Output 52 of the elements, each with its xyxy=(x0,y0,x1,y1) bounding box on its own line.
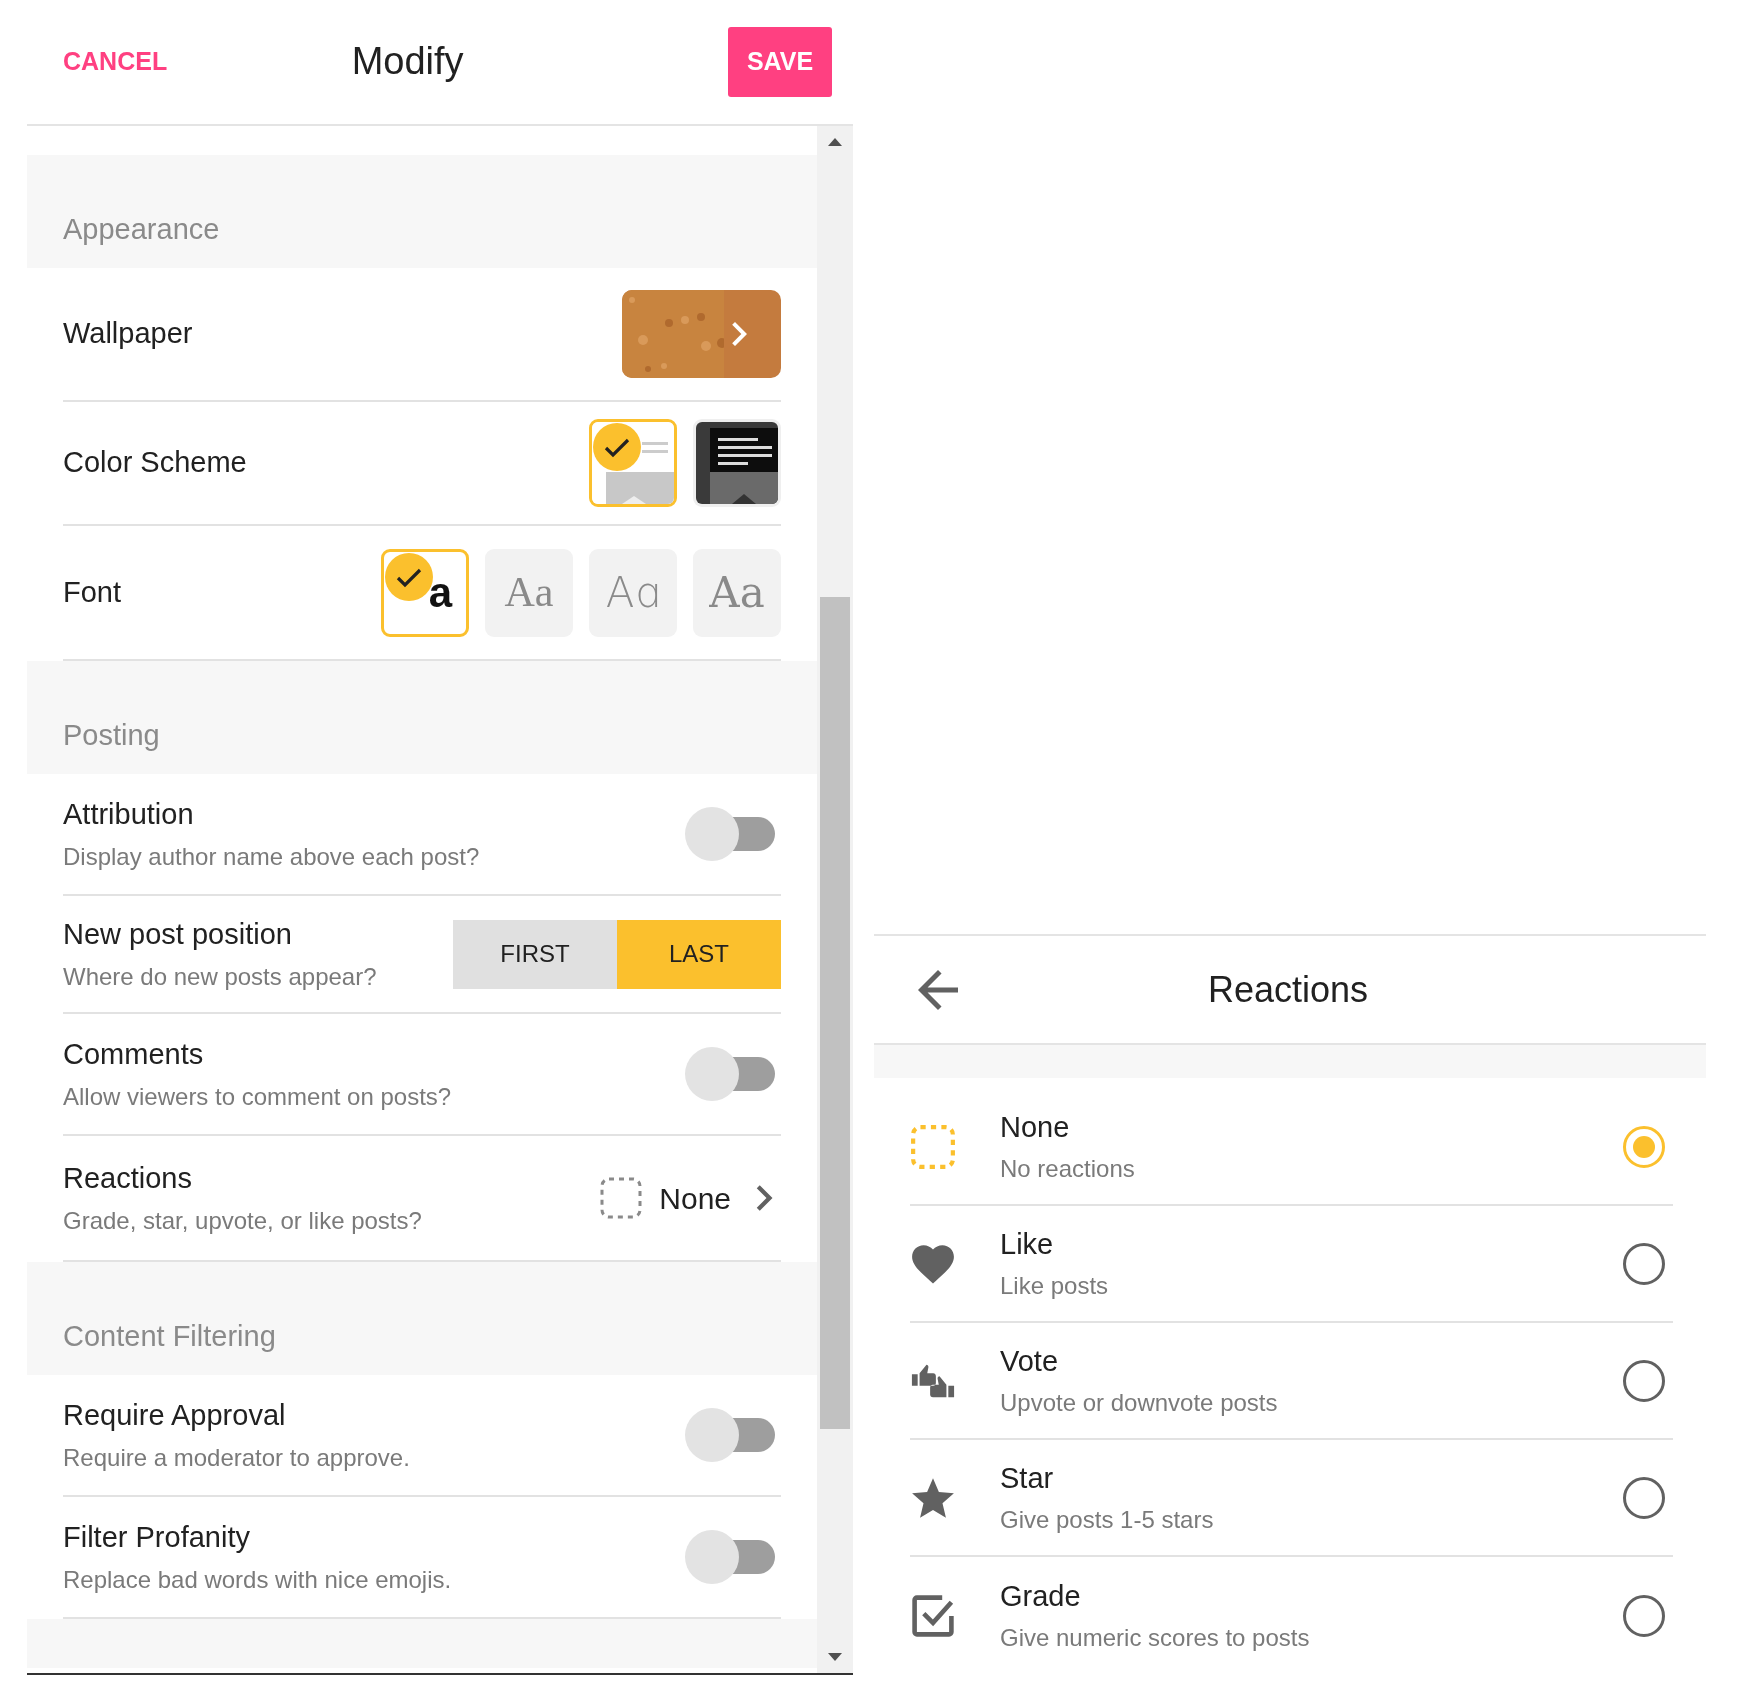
section-title: Content Filtering xyxy=(63,1318,276,1354)
setting-label: Attribution xyxy=(63,797,195,833)
font-option[interactable]: Aa xyxy=(693,548,781,637)
option-description: No reactions xyxy=(1000,1154,1136,1185)
setting-label: Color Scheme xyxy=(63,445,248,481)
radio-button[interactable] xyxy=(1623,1476,1665,1519)
setting-label: Font xyxy=(63,574,123,610)
dashed-square-icon xyxy=(599,1176,644,1220)
scrollbar-thumb[interactable] xyxy=(820,597,850,1429)
radio-button[interactable] xyxy=(1623,1359,1665,1402)
segment-option[interactable]: LAST xyxy=(617,919,781,989)
setting-description: Require a moderator to approve. xyxy=(63,1442,411,1473)
radio-button[interactable] xyxy=(1623,1242,1665,1285)
option-title: Like xyxy=(1000,1226,1055,1262)
scroll-down-icon[interactable] xyxy=(828,1653,842,1661)
option-title: Star xyxy=(1000,1460,1055,1496)
option-title: Grade xyxy=(1000,1578,1082,1614)
setting-label: Require Approval xyxy=(63,1398,287,1434)
checkbox-icon xyxy=(910,1592,956,1639)
font-option[interactable]: Aɑ xyxy=(589,548,677,637)
font-option[interactable]: Aa xyxy=(485,548,573,637)
back-arrow-icon[interactable] xyxy=(918,969,958,1010)
dashed-square-icon xyxy=(910,1123,956,1170)
setting-label: New post position xyxy=(63,917,293,953)
setting-label: Reactions xyxy=(63,1161,193,1197)
option-title: None xyxy=(1000,1109,1071,1145)
radio-button[interactable] xyxy=(1623,1594,1665,1637)
option-description: Give posts 1-5 stars xyxy=(1000,1505,1215,1536)
setting-label: Filter Profanity xyxy=(63,1520,251,1556)
setting-label: Wallpaper xyxy=(63,316,194,352)
setting-description: Replace bad words with nice emojis. xyxy=(63,1564,453,1595)
cancel-button[interactable]: CANCEL xyxy=(63,43,168,81)
check-icon xyxy=(593,423,641,471)
option-description: Give numeric scores to posts xyxy=(1000,1623,1311,1654)
option-description: Like posts xyxy=(1000,1271,1110,1302)
section-title: Appearance xyxy=(63,211,220,247)
font-option[interactable]: a xyxy=(381,548,469,637)
option-title: Vote xyxy=(1000,1343,1060,1379)
page-title: Modify xyxy=(350,39,465,85)
setting-description: Allow viewers to comment on posts? xyxy=(63,1081,453,1112)
segment-option[interactable]: FIRST xyxy=(453,919,617,989)
setting-description: Where do new posts appear? xyxy=(63,961,378,992)
section-title: Posting xyxy=(63,717,160,753)
panel-title: Reactions xyxy=(1206,967,1370,1012)
setting-description: Grade, star, upvote, or like posts? xyxy=(63,1205,423,1236)
save-button[interactable]: SAVE xyxy=(728,27,832,97)
option-description: Upvote or downvote posts xyxy=(1000,1388,1279,1419)
scrollbar[interactable] xyxy=(817,126,853,1673)
setting-description: Display author name above each post? xyxy=(63,841,481,872)
scroll-up-icon[interactable] xyxy=(828,138,842,146)
reaction-value[interactable]: None xyxy=(659,1175,731,1221)
setting-label: Comments xyxy=(63,1037,205,1073)
